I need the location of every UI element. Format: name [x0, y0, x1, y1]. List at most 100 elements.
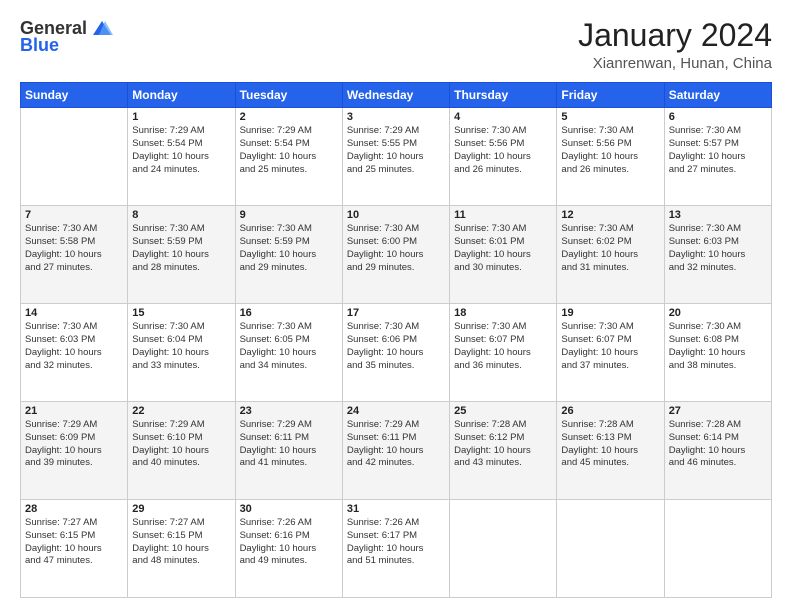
day-number: 5	[561, 111, 659, 123]
day-info: Sunrise: 7:30 AM Sunset: 6:06 PM Dayligh…	[347, 321, 445, 372]
col-header-sunday: Sunday	[21, 83, 128, 108]
calendar-week-row: 1 Sunrise: 7:29 AM Sunset: 5:54 PM Daylig…	[21, 108, 772, 206]
calendar-cell: 10Sunrise: 7:30 AM Sunset: 6:00 PM Dayli…	[342, 206, 449, 304]
day-info: Sunrise: 7:27 AM Sunset: 6:15 PM Dayligh…	[25, 517, 123, 568]
calendar-cell: 16 Sunrise: 7:30 AM Sunset: 6:05 PM Dayli…	[235, 304, 342, 402]
calendar-cell	[664, 500, 771, 598]
calendar-cell: 6Sunrise: 7:30 AM Sunset: 5:57 PM Daylig…	[664, 108, 771, 206]
day-info: Sunrise: 7:29 AM Sunset: 5:55 PM Dayligh…	[347, 125, 445, 176]
calendar-cell: 30 Sunrise: 7:26 AM Sunset: 6:16 PM Dayli…	[235, 500, 342, 598]
calendar-cell: 13 Sunrise: 7:30 AM Sunset: 6:03 PM Dayli…	[664, 206, 771, 304]
day-info: Sunrise: 7:29 AM Sunset: 5:54 PM Dayligh…	[240, 125, 338, 176]
day-number: 31	[347, 503, 445, 515]
day-info: Sunrise: 7:29 AM Sunset: 6:11 PM Dayligh…	[347, 419, 445, 470]
calendar-cell: 20 Sunrise: 7:30 AM Sunset: 6:08 PM Dayli…	[664, 304, 771, 402]
day-number: 8	[132, 209, 230, 221]
header-right: January 2024 Xianrenwan, Hunan, China	[578, 18, 772, 72]
day-info: Sunrise: 7:29 AM Sunset: 5:54 PM Dayligh…	[132, 125, 230, 176]
day-info: Sunrise: 7:30 AM Sunset: 6:07 PM Dayligh…	[561, 321, 659, 372]
calendar-cell: 4 Sunrise: 7:30 AM Sunset: 5:56 PM Daylig…	[450, 108, 557, 206]
calendar-week-row: 21 Sunrise: 7:29 AM Sunset: 6:09 PM Dayli…	[21, 402, 772, 500]
day-info: Sunrise: 7:30 AM Sunset: 5:59 PM Dayligh…	[132, 223, 230, 274]
calendar-cell: 14Sunrise: 7:30 AM Sunset: 6:03 PM Dayli…	[21, 304, 128, 402]
col-header-saturday: Saturday	[664, 83, 771, 108]
day-info: Sunrise: 7:29 AM Sunset: 6:09 PM Dayligh…	[25, 419, 123, 470]
col-header-friday: Friday	[557, 83, 664, 108]
calendar-cell: 27 Sunrise: 7:28 AM Sunset: 6:14 PM Dayli…	[664, 402, 771, 500]
day-info: Sunrise: 7:30 AM Sunset: 6:01 PM Dayligh…	[454, 223, 552, 274]
col-header-wednesday: Wednesday	[342, 83, 449, 108]
calendar-cell: 28 Sunrise: 7:27 AM Sunset: 6:15 PM Dayli…	[21, 500, 128, 598]
calendar-cell: 1 Sunrise: 7:29 AM Sunset: 5:54 PM Daylig…	[128, 108, 235, 206]
calendar-cell: 22Sunrise: 7:29 AM Sunset: 6:10 PM Dayli…	[128, 402, 235, 500]
day-info: Sunrise: 7:30 AM Sunset: 6:03 PM Dayligh…	[669, 223, 767, 274]
month-title: January 2024	[578, 18, 772, 53]
page: General Blue January 2024 Xianrenwan, Hu…	[0, 0, 792, 612]
calendar-week-row: 7 Sunrise: 7:30 AM Sunset: 5:58 PM Daylig…	[21, 206, 772, 304]
day-number: 18	[454, 307, 552, 319]
header: General Blue January 2024 Xianrenwan, Hu…	[20, 18, 772, 72]
calendar-week-row: 14Sunrise: 7:30 AM Sunset: 6:03 PM Dayli…	[21, 304, 772, 402]
day-info: Sunrise: 7:30 AM Sunset: 5:56 PM Dayligh…	[561, 125, 659, 176]
logo-blue-text: Blue	[20, 35, 59, 56]
day-number: 7	[25, 209, 123, 221]
calendar-cell: 31Sunrise: 7:26 AM Sunset: 6:17 PM Dayli…	[342, 500, 449, 598]
calendar-cell: 26Sunrise: 7:28 AM Sunset: 6:13 PM Dayli…	[557, 402, 664, 500]
calendar-cell: 2 Sunrise: 7:29 AM Sunset: 5:54 PM Daylig…	[235, 108, 342, 206]
day-number: 28	[25, 503, 123, 515]
col-header-tuesday: Tuesday	[235, 83, 342, 108]
day-info: Sunrise: 7:26 AM Sunset: 6:16 PM Dayligh…	[240, 517, 338, 568]
calendar-cell: 12 Sunrise: 7:30 AM Sunset: 6:02 PM Dayli…	[557, 206, 664, 304]
calendar-cell	[557, 500, 664, 598]
day-info: Sunrise: 7:30 AM Sunset: 5:56 PM Dayligh…	[454, 125, 552, 176]
day-number: 12	[561, 209, 659, 221]
calendar-cell: 17Sunrise: 7:30 AM Sunset: 6:06 PM Dayli…	[342, 304, 449, 402]
day-number: 19	[561, 307, 659, 319]
day-info: Sunrise: 7:30 AM Sunset: 6:07 PM Dayligh…	[454, 321, 552, 372]
calendar-cell	[21, 108, 128, 206]
day-number: 3	[347, 111, 445, 123]
calendar-cell: 8 Sunrise: 7:30 AM Sunset: 5:59 PM Daylig…	[128, 206, 235, 304]
day-info: Sunrise: 7:27 AM Sunset: 6:15 PM Dayligh…	[132, 517, 230, 568]
col-header-thursday: Thursday	[450, 83, 557, 108]
calendar-cell: 25Sunrise: 7:28 AM Sunset: 6:12 PM Dayli…	[450, 402, 557, 500]
day-number: 14	[25, 307, 123, 319]
day-info: Sunrise: 7:30 AM Sunset: 6:08 PM Dayligh…	[669, 321, 767, 372]
day-number: 20	[669, 307, 767, 319]
logo: General Blue	[20, 18, 115, 56]
day-number: 16	[240, 307, 338, 319]
calendar-cell: 3 Sunrise: 7:29 AM Sunset: 5:55 PM Daylig…	[342, 108, 449, 206]
day-number: 11	[454, 209, 552, 221]
day-number: 1	[132, 111, 230, 123]
day-number: 2	[240, 111, 338, 123]
day-info: Sunrise: 7:28 AM Sunset: 6:14 PM Dayligh…	[669, 419, 767, 470]
day-number: 22	[132, 405, 230, 417]
calendar-cell: 21 Sunrise: 7:29 AM Sunset: 6:09 PM Dayli…	[21, 402, 128, 500]
day-info: Sunrise: 7:28 AM Sunset: 6:12 PM Dayligh…	[454, 419, 552, 470]
calendar-header-row: SundayMondayTuesdayWednesdayThursdayFrid…	[21, 83, 772, 108]
day-info: Sunrise: 7:30 AM Sunset: 5:57 PM Dayligh…	[669, 125, 767, 176]
day-info: Sunrise: 7:30 AM Sunset: 5:58 PM Dayligh…	[25, 223, 123, 274]
calendar-cell: 7 Sunrise: 7:30 AM Sunset: 5:58 PM Daylig…	[21, 206, 128, 304]
day-number: 29	[132, 503, 230, 515]
calendar-cell: 23Sunrise: 7:29 AM Sunset: 6:11 PM Dayli…	[235, 402, 342, 500]
day-number: 13	[669, 209, 767, 221]
col-header-monday: Monday	[128, 83, 235, 108]
calendar-cell: 29 Sunrise: 7:27 AM Sunset: 6:15 PM Dayli…	[128, 500, 235, 598]
day-number: 21	[25, 405, 123, 417]
day-info: Sunrise: 7:30 AM Sunset: 6:04 PM Dayligh…	[132, 321, 230, 372]
day-number: 10	[347, 209, 445, 221]
calendar-cell: 15 Sunrise: 7:30 AM Sunset: 6:04 PM Dayli…	[128, 304, 235, 402]
calendar-cell: 18 Sunrise: 7:30 AM Sunset: 6:07 PM Dayli…	[450, 304, 557, 402]
calendar-cell: 9Sunrise: 7:30 AM Sunset: 5:59 PM Daylig…	[235, 206, 342, 304]
day-info: Sunrise: 7:28 AM Sunset: 6:13 PM Dayligh…	[561, 419, 659, 470]
day-info: Sunrise: 7:30 AM Sunset: 6:05 PM Dayligh…	[240, 321, 338, 372]
day-number: 15	[132, 307, 230, 319]
day-number: 30	[240, 503, 338, 515]
day-number: 9	[240, 209, 338, 221]
day-number: 27	[669, 405, 767, 417]
calendar-cell: 19 Sunrise: 7:30 AM Sunset: 6:07 PM Dayli…	[557, 304, 664, 402]
day-number: 4	[454, 111, 552, 123]
day-info: Sunrise: 7:30 AM Sunset: 6:02 PM Dayligh…	[561, 223, 659, 274]
calendar-cell: 5 Sunrise: 7:30 AM Sunset: 5:56 PM Daylig…	[557, 108, 664, 206]
